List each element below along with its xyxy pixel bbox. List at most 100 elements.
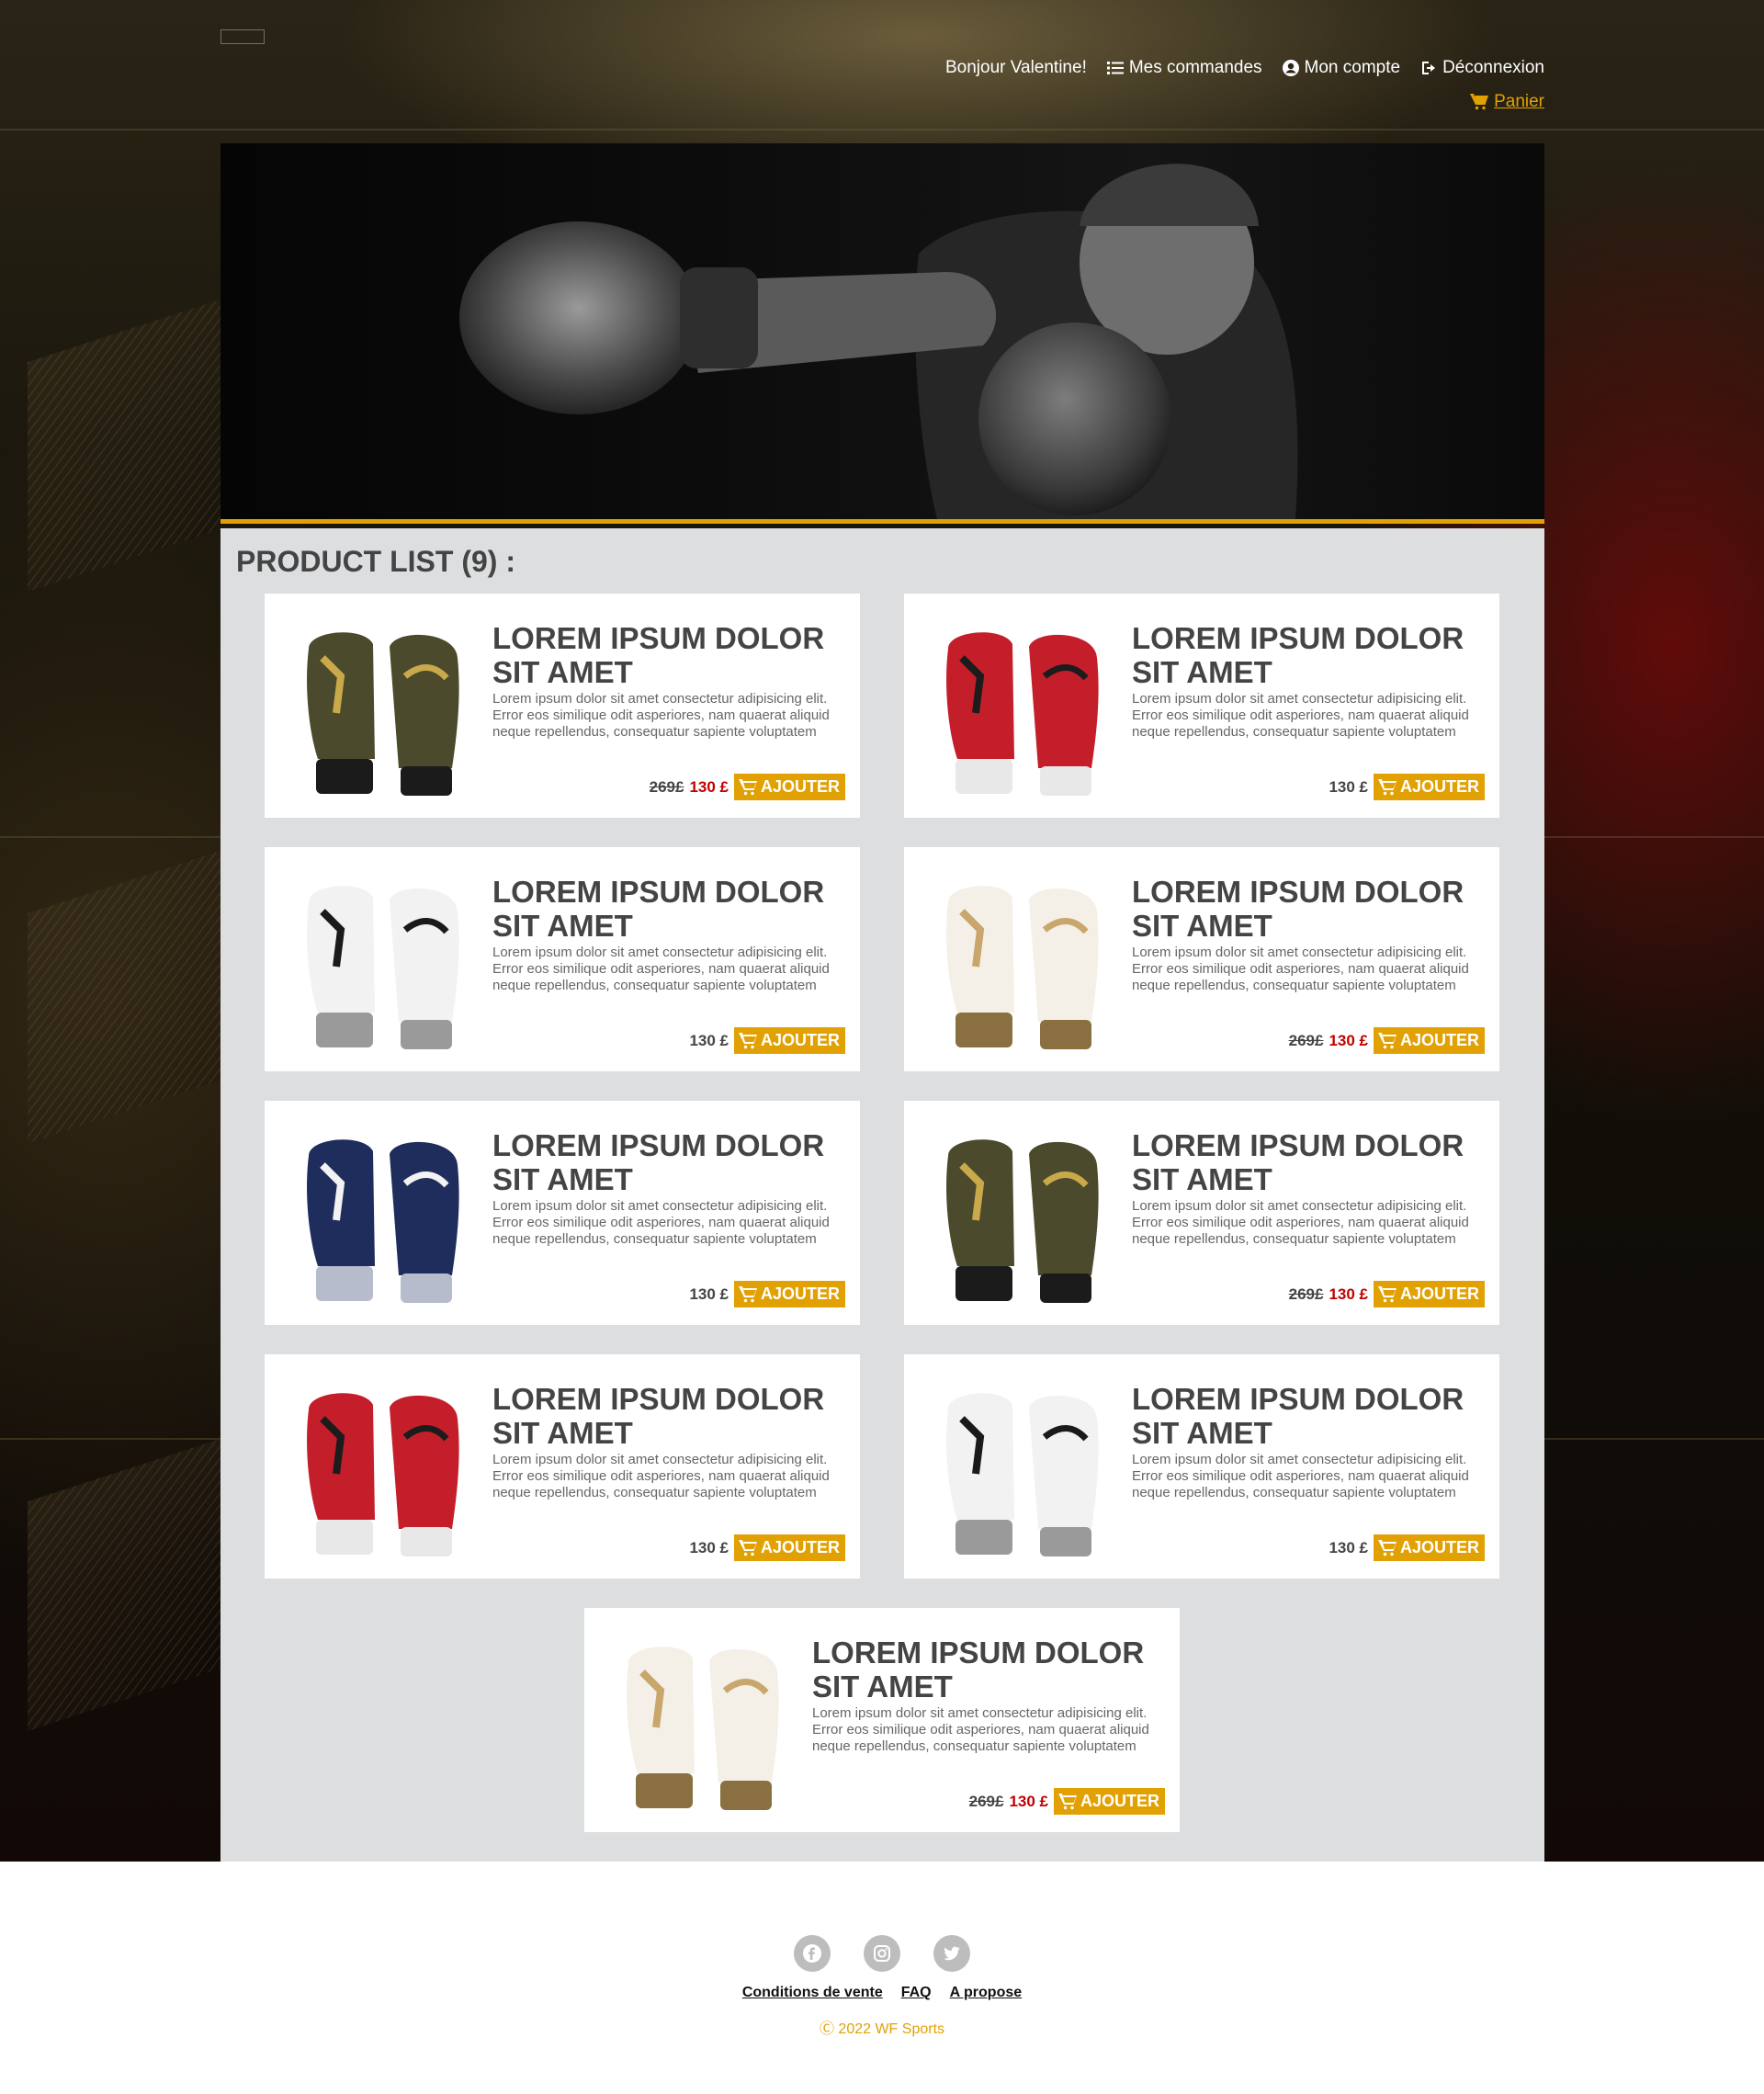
account-label: Mon compte bbox=[1304, 58, 1401, 77]
add-button-label: AJOUTER bbox=[1399, 1031, 1479, 1049]
price-row: 130 £ AJOUTER bbox=[1329, 774, 1485, 800]
product-image[interactable] bbox=[290, 1128, 474, 1312]
price-row: 130 £ AJOUTER bbox=[1329, 1534, 1485, 1561]
product-card[interactable]: LOREM IPSUM DOLOR SIT AMET Lorem ipsum d… bbox=[265, 1354, 860, 1579]
product-title[interactable]: LOREM IPSUM DOLOR SIT AMET bbox=[812, 1636, 1161, 1703]
add-button-label: AJOUTER bbox=[760, 1031, 840, 1049]
social-links bbox=[794, 1935, 970, 1972]
price-row: 269£ 130 £ AJOUTER bbox=[650, 774, 845, 800]
add-to-cart-button[interactable]: AJOUTER bbox=[1373, 1281, 1485, 1307]
add-button-label: AJOUTER bbox=[760, 1538, 840, 1556]
orders-link[interactable]: Mes commandes bbox=[1106, 58, 1262, 78]
product-list-section: PRODUCT LIST (9) : LOREM IPSUM DOLOR SIT… bbox=[220, 528, 1544, 1862]
product-title[interactable]: LOREM IPSUM DOLOR SIT AMET bbox=[1132, 875, 1481, 943]
add-button-label: AJOUTER bbox=[1399, 777, 1479, 796]
boxer-image bbox=[459, 164, 1298, 519]
product-description: Lorem ipsum dolor sit amet consectetur a… bbox=[1132, 1198, 1469, 1247]
footer-link-faq[interactable]: FAQ bbox=[901, 1985, 932, 2005]
old-price: 269£ bbox=[649, 777, 684, 796]
copyright-text: Ⓒ 2022 WF Sports bbox=[819, 2021, 945, 2037]
add-to-cart-button[interactable]: AJOUTER bbox=[733, 1027, 845, 1054]
shopping-cart-icon bbox=[1377, 1539, 1396, 1556]
add-to-cart-button[interactable]: AJOUTER bbox=[733, 1281, 845, 1307]
product-card[interactable]: LOREM IPSUM DOLOR SIT AMET Lorem ipsum d… bbox=[904, 594, 1499, 818]
product-title[interactable]: LOREM IPSUM DOLOR SIT AMET bbox=[1132, 621, 1481, 689]
shopping-cart-icon bbox=[738, 1285, 757, 1302]
product-image[interactable] bbox=[610, 1636, 794, 1819]
hero-banner bbox=[220, 143, 1544, 524]
site-logo[interactable] bbox=[220, 29, 265, 44]
footer-link-conditions[interactable]: Conditions de vente bbox=[742, 1985, 883, 2005]
sale-price: 130 £ bbox=[1329, 1031, 1368, 1049]
add-button-label: AJOUTER bbox=[1080, 1792, 1159, 1810]
product-title[interactable]: LOREM IPSUM DOLOR SIT AMET bbox=[492, 1382, 842, 1450]
account-link[interactable]: Mon compte bbox=[1282, 58, 1401, 78]
add-to-cart-button[interactable]: AJOUTER bbox=[1373, 1027, 1485, 1054]
logout-label: Déconnexion bbox=[1442, 58, 1544, 77]
orders-label: Mes commandes bbox=[1128, 58, 1262, 77]
sale-price: 130 £ bbox=[689, 777, 729, 796]
footer-links: Conditions de vente FAQ A propose bbox=[0, 1985, 1764, 2005]
product-description: Lorem ipsum dolor sit amet consectetur a… bbox=[492, 1452, 830, 1500]
shopping-cart-icon bbox=[1377, 1285, 1396, 1302]
price-row: 269£ 130 £ AJOUTER bbox=[969, 1788, 1165, 1815]
shopping-cart-icon bbox=[1057, 1793, 1077, 1809]
add-to-cart-button[interactable]: AJOUTER bbox=[1053, 1788, 1165, 1815]
add-to-cart-button[interactable]: AJOUTER bbox=[733, 774, 845, 800]
shopping-cart-icon bbox=[738, 778, 757, 795]
price: 130 £ bbox=[1329, 777, 1368, 796]
sale-price: 130 £ bbox=[1009, 1792, 1048, 1810]
add-to-cart-button[interactable]: AJOUTER bbox=[1373, 1534, 1485, 1561]
price: 130 £ bbox=[689, 1538, 729, 1556]
shopping-cart-icon bbox=[1377, 778, 1396, 795]
twitter-icon[interactable] bbox=[933, 1935, 970, 1972]
shopping-cart-icon bbox=[738, 1539, 757, 1556]
product-image[interactable] bbox=[930, 621, 1114, 805]
logout-link[interactable]: Déconnexion bbox=[1420, 58, 1544, 78]
product-title[interactable]: LOREM IPSUM DOLOR SIT AMET bbox=[492, 875, 842, 943]
product-image[interactable] bbox=[930, 875, 1114, 1058]
product-title[interactable]: LOREM IPSUM DOLOR SIT AMET bbox=[492, 621, 842, 689]
product-card[interactable]: LOREM IPSUM DOLOR SIT AMET Lorem ipsum d… bbox=[904, 847, 1499, 1071]
old-price: 269£ bbox=[1288, 1031, 1324, 1049]
product-card[interactable]: LOREM IPSUM DOLOR SIT AMET Lorem ipsum d… bbox=[904, 1354, 1499, 1579]
product-description: Lorem ipsum dolor sit amet consectetur a… bbox=[492, 945, 830, 993]
product-image[interactable] bbox=[290, 621, 474, 805]
add-button-label: AJOUTER bbox=[760, 1285, 840, 1303]
cart-label: Panier bbox=[1494, 92, 1544, 111]
price-row: 130 £ AJOUTER bbox=[689, 1534, 845, 1561]
product-image[interactable] bbox=[290, 875, 474, 1058]
product-image[interactable] bbox=[930, 1382, 1114, 1566]
price: 130 £ bbox=[689, 1031, 729, 1049]
product-title[interactable]: LOREM IPSUM DOLOR SIT AMET bbox=[1132, 1382, 1481, 1450]
price-row: 269£ 130 £ AJOUTER bbox=[1289, 1027, 1485, 1054]
product-image[interactable] bbox=[290, 1382, 474, 1566]
greeting-text: Bonjour Valentine! bbox=[944, 58, 1087, 77]
product-description: Lorem ipsum dolor sit amet consectetur a… bbox=[1132, 945, 1469, 993]
old-price: 269£ bbox=[968, 1792, 1004, 1810]
old-price: 269£ bbox=[1288, 1285, 1324, 1303]
product-image[interactable] bbox=[930, 1128, 1114, 1312]
product-card[interactable]: LOREM IPSUM DOLOR SIT AMET Lorem ipsum d… bbox=[904, 1101, 1499, 1325]
sign-out-icon bbox=[1422, 62, 1436, 74]
add-button-label: AJOUTER bbox=[1399, 1285, 1479, 1303]
product-description: Lorem ipsum dolor sit amet consectetur a… bbox=[1132, 691, 1469, 740]
footer-link-about[interactable]: A propose bbox=[950, 1985, 1023, 2005]
shopping-cart-icon bbox=[1377, 1032, 1396, 1048]
product-card[interactable]: LOREM IPSUM DOLOR SIT AMET Lorem ipsum d… bbox=[584, 1608, 1180, 1832]
facebook-icon[interactable] bbox=[794, 1935, 831, 1972]
product-card[interactable]: LOREM IPSUM DOLOR SIT AMET Lorem ipsum d… bbox=[265, 847, 860, 1071]
instagram-icon[interactable] bbox=[864, 1935, 900, 1972]
user-circle-icon bbox=[1282, 60, 1299, 76]
product-title[interactable]: LOREM IPSUM DOLOR SIT AMET bbox=[1132, 1128, 1481, 1196]
price-row: 130 £ AJOUTER bbox=[689, 1281, 845, 1307]
product-description: Lorem ipsum dolor sit amet consectetur a… bbox=[492, 691, 830, 740]
add-button-label: AJOUTER bbox=[1399, 1538, 1479, 1556]
product-title[interactable]: LOREM IPSUM DOLOR SIT AMET bbox=[492, 1128, 842, 1196]
product-card[interactable]: LOREM IPSUM DOLOR SIT AMET Lorem ipsum d… bbox=[265, 1101, 860, 1325]
add-to-cart-button[interactable]: AJOUTER bbox=[1373, 774, 1485, 800]
product-card[interactable]: LOREM IPSUM DOLOR SIT AMET Lorem ipsum d… bbox=[265, 594, 860, 818]
add-to-cart-button[interactable]: AJOUTER bbox=[733, 1534, 845, 1561]
cart-link[interactable]: Panier bbox=[1470, 90, 1544, 114]
shopping-cart-icon bbox=[1470, 94, 1489, 110]
